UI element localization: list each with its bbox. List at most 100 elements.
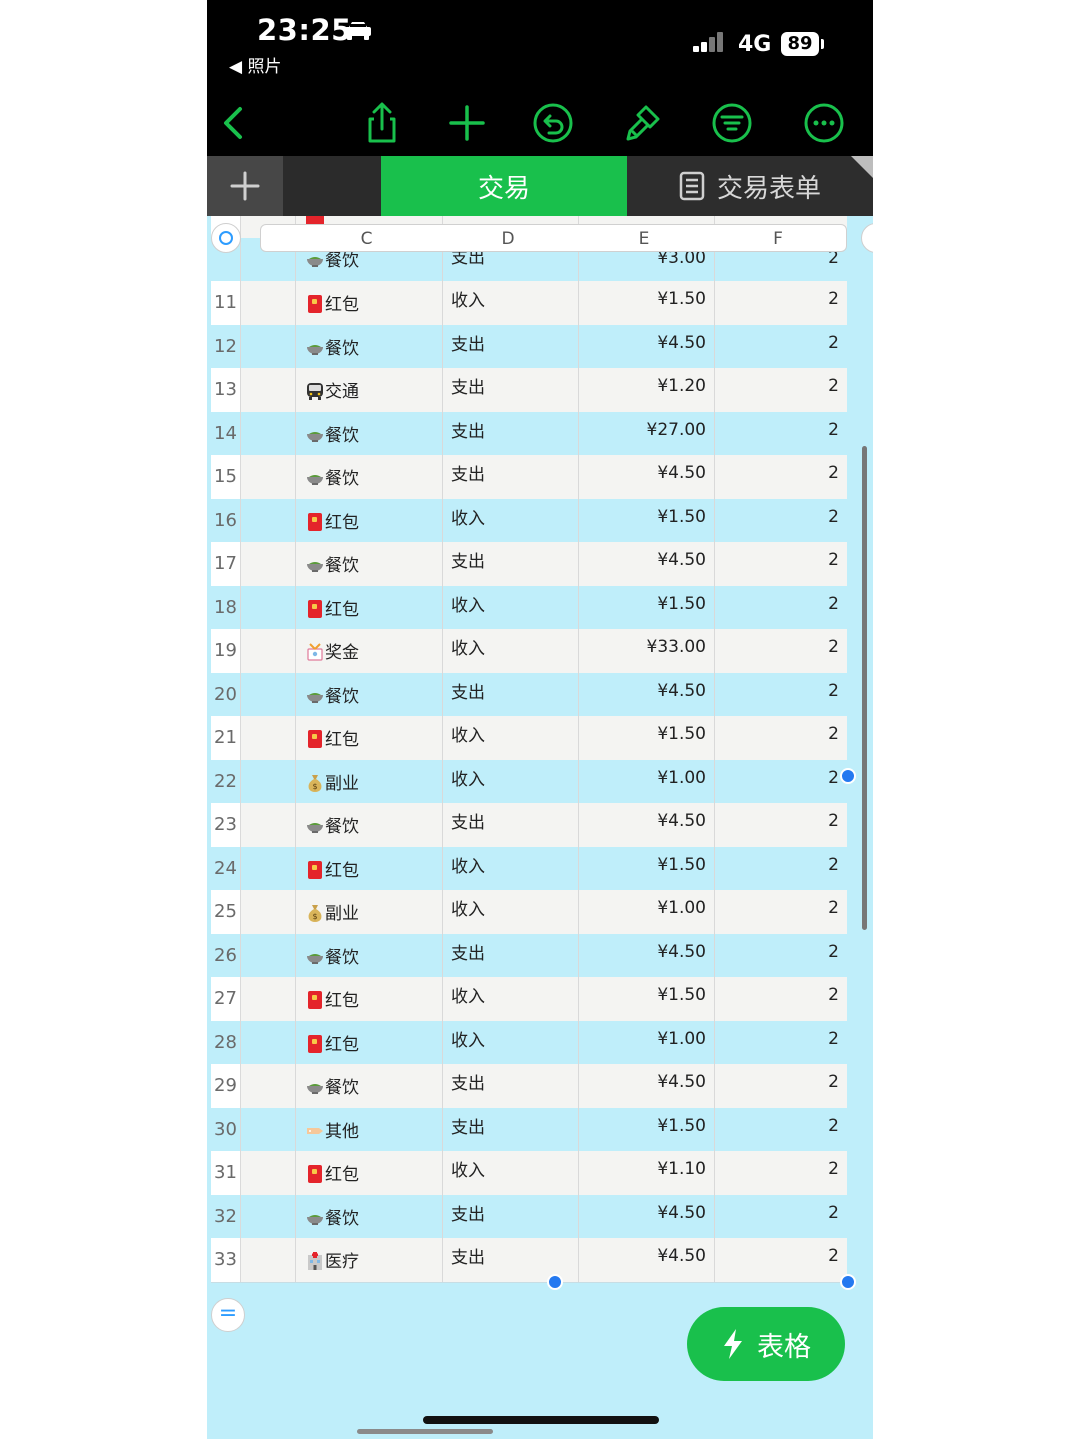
cell-count[interactable]: 2 [715, 847, 847, 891]
table-row[interactable]: 20 餐饮 支出 ¥4.50 2 [211, 672, 847, 717]
table-button[interactable]: 表格 [687, 1307, 845, 1381]
row-number[interactable]: 26 [211, 933, 241, 977]
row-number[interactable]: 22 [211, 759, 241, 803]
row-number[interactable]: 29 [211, 1064, 241, 1108]
cell-amount[interactable]: ¥1.10 [579, 1151, 715, 1195]
cell-count[interactable]: 2 [715, 629, 847, 673]
cell-blank[interactable] [241, 1194, 296, 1238]
cell-category[interactable]: 餐饮 [296, 672, 443, 716]
cell-count[interactable]: 2 [715, 803, 847, 847]
cell-type[interactable]: 支出 [443, 933, 579, 977]
table-row[interactable]: 29 餐饮 支出 ¥4.50 2 [211, 1064, 847, 1109]
cell-category[interactable]: 餐饮 [296, 542, 443, 586]
cell-count[interactable]: 2 [715, 281, 847, 325]
cell-category[interactable]: 餐饮 [296, 455, 443, 499]
table-row[interactable]: 31 红包 收入 ¥1.10 2 [211, 1151, 847, 1196]
cell-type[interactable]: 支出 [443, 672, 579, 716]
cell-category[interactable]: 其他 [296, 1107, 443, 1151]
table-row[interactable]: 12 餐饮 支出 ¥4.50 2 [211, 324, 847, 369]
row-number[interactable]: 12 [211, 324, 241, 368]
cell-blank[interactable] [241, 846, 296, 890]
cell-amount[interactable]: ¥1.50 [579, 585, 715, 629]
row-number[interactable]: 33 [211, 1238, 241, 1282]
cell-type[interactable]: 收入 [443, 281, 579, 325]
cell-category[interactable]: 红包 [296, 977, 443, 1021]
cell-category[interactable]: 红包 [296, 716, 443, 760]
cell-amount[interactable]: ¥4.50 [579, 542, 715, 586]
cell-category[interactable]: 餐饮 [296, 324, 443, 368]
cell-amount[interactable]: ¥1.50 [579, 498, 715, 542]
cell-blank[interactable] [241, 716, 296, 760]
table-row[interactable]: 33 医疗 支出 ¥4.50 2 [211, 1238, 847, 1283]
cell-amount[interactable]: ¥1.50 [579, 716, 715, 760]
row-number[interactable]: 18 [211, 585, 241, 629]
cell-amount[interactable]: ¥4.50 [579, 1064, 715, 1108]
row-number[interactable]: 23 [211, 803, 241, 847]
cell-amount[interactable]: ¥4.50 [579, 1238, 715, 1282]
column-header-d[interactable]: D [440, 225, 576, 251]
cell-type[interactable]: 支出 [443, 324, 579, 368]
table-row[interactable]: 17 餐饮 支出 ¥4.50 2 [211, 542, 847, 587]
table-row[interactable]: 21 红包 收入 ¥1.50 2 [211, 716, 847, 761]
table-row[interactable]: 14 餐饮 支出 ¥27.00 2 [211, 411, 847, 456]
vertical-scrollbar[interactable] [862, 446, 867, 930]
cell-type[interactable]: 支出 [443, 1194, 579, 1238]
cell-amount[interactable]: ¥1.00 [579, 1020, 715, 1064]
cell-amount[interactable]: ¥1.00 [579, 759, 715, 803]
row-number[interactable]: 15 [211, 455, 241, 499]
selection-handle-corner[interactable] [840, 1274, 856, 1290]
tab-transactions[interactable]: 交易 [381, 156, 627, 216]
cell-category[interactable]: 餐饮 [296, 411, 443, 455]
column-header-e[interactable]: E [576, 225, 712, 251]
cell-category[interactable]: 红包 [296, 1151, 443, 1195]
cell-blank[interactable] [241, 498, 296, 542]
cell-category[interactable]: 红包 [296, 1020, 443, 1064]
cell-blank[interactable] [241, 890, 296, 934]
cell-blank[interactable] [241, 933, 296, 977]
table-row[interactable]: 22 $ 副业 收入 ¥1.00 2 [211, 759, 847, 804]
cell-blank[interactable] [241, 1238, 296, 1282]
selection-handle-bottom[interactable] [547, 1274, 563, 1290]
cell-category[interactable]: 餐饮 [296, 1194, 443, 1238]
cell-amount[interactable]: ¥4.50 [579, 455, 715, 499]
cell-category[interactable]: 红包 [296, 498, 443, 542]
cell-type[interactable]: 收入 [443, 977, 579, 1021]
cell-blank[interactable] [241, 759, 296, 803]
cell-type[interactable]: 支出 [443, 542, 579, 586]
cell-amount[interactable]: ¥33.00 [579, 629, 715, 673]
table-row[interactable]: 16 红包 收入 ¥1.50 2 [211, 498, 847, 543]
row-number[interactable]: 25 [211, 890, 241, 934]
cell-blank[interactable] [241, 1107, 296, 1151]
cell-blank[interactable] [241, 803, 296, 847]
more-button[interactable] [799, 98, 849, 148]
cell-type[interactable]: 支出 [443, 1107, 579, 1151]
format-brush-button[interactable] [617, 98, 667, 148]
row-number[interactable]: 21 [211, 716, 241, 760]
cell-count[interactable]: 2 [715, 673, 847, 717]
add-column-handle[interactable] [861, 223, 873, 253]
back-to-app-link[interactable]: ◀ 照片 [229, 52, 281, 77]
cell-amount[interactable]: ¥4.50 [579, 803, 715, 847]
cell-count[interactable]: 2 [715, 499, 847, 543]
cell-type[interactable]: 收入 [443, 846, 579, 890]
cell-count[interactable]: 2 [715, 1064, 847, 1108]
table-row[interactable]: 26 餐饮 支出 ¥4.50 2 [211, 933, 847, 978]
cell-category[interactable]: 红包 [296, 846, 443, 890]
cell-type[interactable]: 支出 [443, 411, 579, 455]
column-header-c[interactable]: C [293, 225, 440, 251]
cell-category[interactable]: $ 副业 [296, 890, 443, 934]
cell-amount[interactable]: ¥4.50 [579, 324, 715, 368]
cell-category[interactable]: 餐饮 [296, 803, 443, 847]
cell-category[interactable]: $ 副业 [296, 759, 443, 803]
cell-amount[interactable]: ¥1.50 [579, 1107, 715, 1151]
cell-blank[interactable] [241, 281, 296, 325]
cell-amount[interactable]: ¥1.50 [579, 977, 715, 1021]
cell-count[interactable]: 2 [715, 760, 847, 804]
cell-category[interactable]: 红包 [296, 281, 443, 325]
add-row-button[interactable]: = [211, 1298, 245, 1332]
table-row[interactable]: 18 红包 收入 ¥1.50 2 [211, 585, 847, 630]
table-row[interactable]: 24 红包 收入 ¥1.50 2 [211, 846, 847, 891]
table-row[interactable]: 27 红包 收入 ¥1.50 2 [211, 977, 847, 1022]
cell-category[interactable]: 医疗 [296, 1238, 443, 1282]
filter-button[interactable] [707, 98, 757, 148]
